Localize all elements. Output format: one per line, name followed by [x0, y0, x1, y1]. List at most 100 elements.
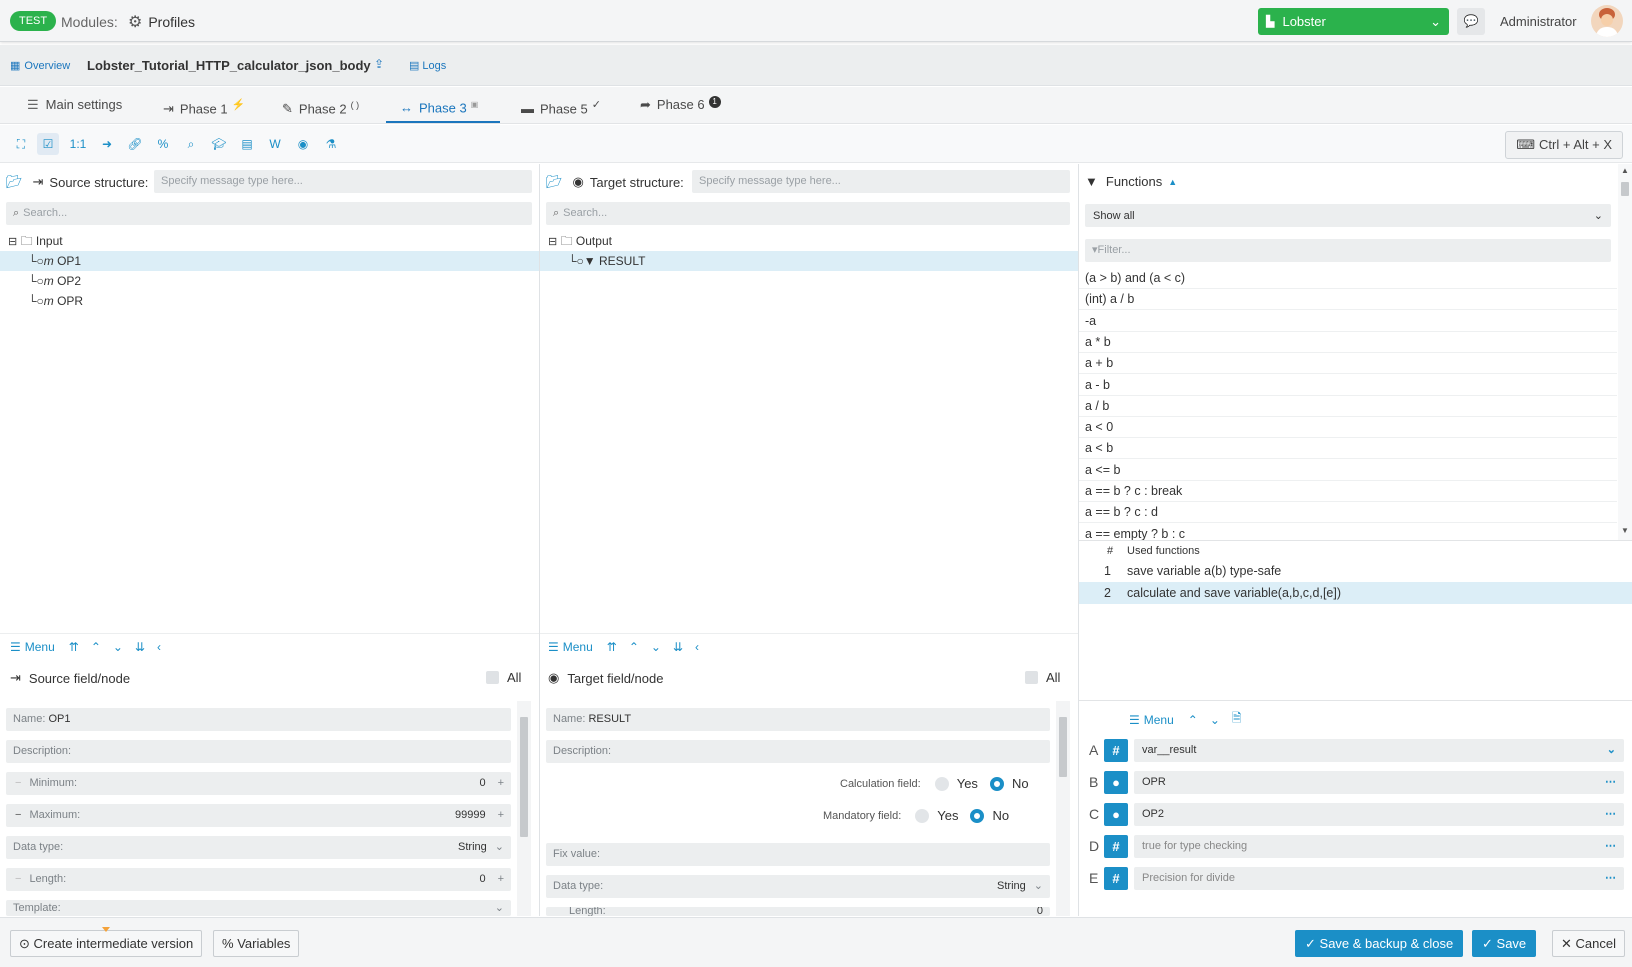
name-field[interactable]: Name: RESULT: [546, 708, 1050, 731]
link-icon[interactable]: 🔗︎: [124, 133, 146, 155]
param-value-field[interactable]: var__result ⌄: [1134, 739, 1624, 762]
double-down-icon[interactable]: ⇊: [135, 640, 145, 654]
down-icon[interactable]: ⌄: [651, 640, 661, 654]
function-item[interactable]: a == b ? c : d: [1079, 502, 1617, 524]
param-value-field[interactable]: true for type checking ⋯: [1134, 835, 1624, 858]
target-search-input[interactable]: ⌕ Search...: [546, 202, 1070, 225]
param-value-field[interactable]: Precision for divide ⋯: [1134, 867, 1624, 890]
double-down-icon[interactable]: ⇊: [673, 640, 683, 654]
checkbox-icon[interactable]: ☑: [37, 133, 59, 155]
up-icon[interactable]: ⌃: [629, 640, 639, 654]
function-item[interactable]: a * b: [1079, 332, 1617, 353]
function-item[interactable]: a == empty ? b : c: [1079, 524, 1617, 540]
overview-link[interactable]: ▦ Overview: [10, 59, 70, 73]
tree-node[interactable]: └○m OP1: [0, 251, 539, 271]
user-name[interactable]: Administrator: [1500, 14, 1577, 29]
tree-node[interactable]: └○▼ RESULT: [540, 251, 1078, 271]
profiles-menu[interactable]: ⚙ Profiles: [128, 12, 195, 32]
search-icon[interactable]: ⌕: [180, 133, 202, 155]
name-field[interactable]: Name: OP1: [6, 708, 511, 731]
more-icon[interactable]: ⋯: [1605, 835, 1616, 858]
more-icon[interactable]: ⋯: [1605, 771, 1616, 794]
scrollbar[interactable]: [517, 701, 531, 916]
data-type-select[interactable]: Data type: String ⌄: [6, 836, 511, 859]
save-button[interactable]: ✓ Save: [1472, 930, 1537, 957]
one-to-one-button[interactable]: 1:1: [64, 133, 92, 155]
chat-button[interactable]: 💬: [1457, 8, 1485, 35]
minimum-field[interactable]: − Minimum: 0 +: [6, 772, 511, 795]
folder-open-icon[interactable]: 📂︎: [6, 174, 23, 190]
used-function-row[interactable]: 1 save variable a(b) type-safe: [1079, 560, 1632, 582]
hash-type-button[interactable]: #: [1104, 739, 1128, 762]
fullscreen-icon[interactable]: ⛶: [10, 133, 32, 155]
arrow-right-icon[interactable]: ➜: [96, 133, 118, 155]
avatar[interactable]: [1591, 5, 1623, 37]
used-function-row[interactable]: 2 calculate and save variable(a,b,c,d,[e…: [1079, 582, 1632, 604]
function-item[interactable]: a < 0: [1079, 417, 1617, 439]
circle-type-button[interactable]: ●: [1104, 771, 1128, 794]
shortcut-button[interactable]: ⌨ Ctrl + Alt + X: [1505, 131, 1623, 159]
plus-icon[interactable]: +: [498, 804, 504, 827]
radio-yes[interactable]: [915, 808, 930, 823]
tab-main-settings[interactable]: ☰ Main settings: [27, 87, 122, 123]
tab-phase-2[interactable]: ✎ Phase 2( ): [282, 87, 359, 123]
variables-button[interactable]: % Variables: [213, 930, 300, 957]
function-item[interactable]: -a: [1079, 311, 1617, 332]
tree-node[interactable]: └○m OPR: [28, 291, 83, 311]
logs-link[interactable]: ▤ Logs: [409, 59, 446, 73]
collapse-left-icon[interactable]: ‹: [695, 640, 699, 654]
description-field[interactable]: Description:: [6, 740, 511, 763]
save-backup-close-button[interactable]: ✓ Save & backup & close: [1295, 930, 1464, 957]
length-field[interactable]: Length: 0: [546, 907, 1050, 916]
radio-yes[interactable]: [934, 776, 949, 791]
instance-select[interactable]: ▙ Lobster ⌄: [1258, 8, 1449, 35]
circle-type-button[interactable]: ●: [1104, 803, 1128, 826]
plus-icon[interactable]: +: [498, 772, 504, 795]
radio-no[interactable]: [970, 808, 985, 823]
tree-root-output[interactable]: ⊟ 🗀 Output: [548, 231, 612, 251]
word-icon[interactable]: W: [264, 133, 286, 155]
scrollbar[interactable]: [1056, 701, 1070, 916]
source-type-input[interactable]: Specify message type here...: [154, 170, 532, 193]
collapse-left-icon[interactable]: ‹: [157, 640, 161, 654]
function-item[interactable]: a == b ? c : break: [1079, 481, 1617, 502]
folder-open-icon[interactable]: 📂︎: [546, 174, 563, 190]
tree-root-input[interactable]: ⊟ 🗀 Input: [8, 231, 63, 251]
param-value-field[interactable]: OP2 ⋯: [1134, 803, 1624, 826]
more-icon[interactable]: ⋯: [1605, 803, 1616, 826]
tab-phase-3[interactable]: ↔ Phase 3 ▣: [386, 87, 500, 123]
tab-phase-6[interactable]: ➦ Phase 61: [640, 87, 721, 123]
function-item[interactable]: a / b: [1079, 396, 1617, 417]
function-item[interactable]: a < b: [1079, 438, 1617, 460]
checkbox[interactable]: [486, 671, 499, 684]
length-field[interactable]: − Length: 0 +: [6, 868, 511, 891]
chevron-down-icon[interactable]: ⌄: [1607, 739, 1616, 762]
function-item[interactable]: (int) a / b: [1079, 289, 1617, 311]
cancel-button[interactable]: ✕ Cancel: [1552, 930, 1625, 957]
menu-button[interactable]: Menu: [25, 640, 55, 654]
menu-button[interactable]: Menu: [1144, 713, 1174, 727]
tab-phase-5[interactable]: ▬ Phase 5 ✓: [521, 87, 601, 123]
double-up-icon[interactable]: ⇈: [607, 640, 617, 654]
source-all-checkbox[interactable]: All: [486, 670, 521, 685]
table-icon[interactable]: ▤: [236, 133, 258, 155]
functions-scrollbar[interactable]: ▲ ▼: [1618, 164, 1632, 540]
fix-value-field[interactable]: Fix value:: [546, 843, 1050, 866]
target-type-input[interactable]: Specify message type here...: [692, 170, 1070, 193]
functions-header[interactable]: ▼ Functions ▲: [1085, 174, 1177, 189]
more-icon[interactable]: ⋯: [1605, 867, 1616, 890]
graduation-cap-icon[interactable]: 🎓︎: [208, 133, 230, 155]
hash-type-button[interactable]: #: [1104, 867, 1128, 890]
flask-icon[interactable]: ⚗: [320, 133, 342, 155]
plus-icon[interactable]: +: [498, 868, 504, 891]
up-icon[interactable]: ⌃: [91, 640, 101, 654]
up-icon[interactable]: ⌃: [1188, 713, 1198, 727]
param-value-field[interactable]: OPR ⋯: [1134, 771, 1624, 794]
tree-node[interactable]: └○m OP2: [28, 271, 81, 291]
hash-type-button[interactable]: #: [1104, 835, 1128, 858]
radio-no[interactable]: [989, 776, 1004, 791]
down-icon[interactable]: ⌄: [1210, 713, 1220, 727]
eye-icon[interactable]: ◉: [292, 133, 314, 155]
menu-button[interactable]: Menu: [563, 640, 593, 654]
maximum-field[interactable]: − Maximum: 99999 +: [6, 804, 511, 827]
